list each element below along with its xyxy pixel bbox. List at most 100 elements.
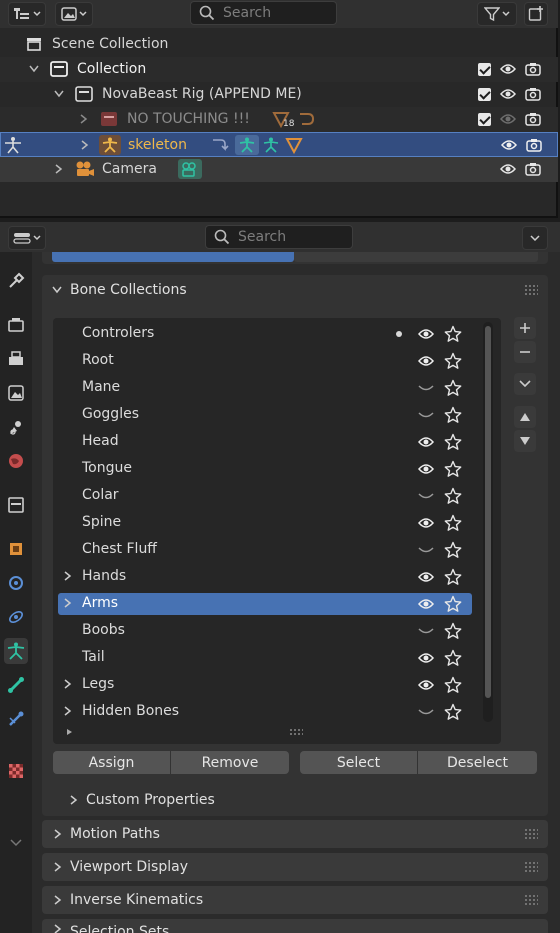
chevron-right-icon[interactable] <box>55 164 63 174</box>
remove-button[interactable]: Remove <box>171 751 289 774</box>
tool-tab[interactable] <box>4 268 28 294</box>
bone-collection-row[interactable]: Root <box>58 350 472 372</box>
scrollbar-thumb[interactable] <box>485 326 491 698</box>
motion-paths-panel[interactable]: Motion Paths <box>42 820 548 848</box>
eye-icon[interactable] <box>498 85 518 103</box>
star-icon[interactable] <box>442 378 464 398</box>
eye-icon[interactable] <box>415 514 437 532</box>
chevron-down-icon[interactable] <box>29 65 39 73</box>
eye-icon[interactable] <box>415 649 437 667</box>
filter-menu[interactable] <box>477 2 517 26</box>
eye-icon[interactable] <box>415 568 437 586</box>
armature-data-tab[interactable] <box>4 638 28 664</box>
bone-collection-row[interactable]: Controlers <box>58 323 472 345</box>
camera-render-icon[interactable] <box>523 60 543 78</box>
editor-type-menu[interactable] <box>8 226 46 250</box>
drag-handle-icon[interactable] <box>524 828 538 840</box>
exclude-checkbox[interactable] <box>474 110 494 128</box>
eye-closed-icon[interactable] <box>415 541 437 559</box>
tree-row-camera[interactable]: Camera <box>0 157 558 182</box>
render-tab[interactable] <box>4 312 28 338</box>
chevron-right-icon[interactable] <box>64 569 72 585</box>
tree-row-collection[interactable]: Collection <box>0 57 558 82</box>
camera-render-icon[interactable] <box>523 110 543 128</box>
add-collection-button[interactable] <box>514 317 536 339</box>
bone-collection-row[interactable]: Tail <box>58 647 472 669</box>
camera-render-icon[interactable] <box>523 160 543 178</box>
remove-collection-button[interactable] <box>514 341 536 363</box>
inverse-kinematics-panel[interactable]: Inverse Kinematics <box>42 886 548 914</box>
modifiers-tab[interactable] <box>4 570 28 596</box>
selection-sets-panel[interactable]: Selection Sets <box>42 919 548 933</box>
star-icon[interactable] <box>442 621 464 641</box>
bone-collection-row[interactable]: Goggles <box>58 404 472 426</box>
bone-collection-row[interactable]: Spine <box>58 512 472 534</box>
view-layer-tab[interactable] <box>4 380 28 406</box>
drag-handle-icon[interactable] <box>524 284 538 296</box>
custom-properties-subpanel[interactable]: Custom Properties <box>70 792 215 808</box>
chevron-down-icon[interactable] <box>54 90 64 98</box>
star-icon[interactable] <box>442 702 464 722</box>
drag-handle-icon[interactable] <box>524 894 538 906</box>
bone-tab[interactable] <box>4 672 28 698</box>
camera-render-icon[interactable] <box>524 136 544 154</box>
chevron-right-icon[interactable] <box>64 704 72 720</box>
tree-row-no-touching[interactable]: NO TOUCHING !!! 18 <box>0 107 558 132</box>
star-icon[interactable] <box>442 459 464 479</box>
star-icon[interactable] <box>442 675 464 695</box>
bone-collection-row[interactable]: Legs <box>58 674 472 696</box>
editor-type-menu[interactable] <box>8 2 46 26</box>
eye-icon[interactable] <box>415 325 437 343</box>
display-mode-menu[interactable] <box>55 2 93 26</box>
collection-tab[interactable] <box>4 492 28 518</box>
bone-collection-row[interactable]: Arms <box>58 593 472 615</box>
chevron-right-icon[interactable] <box>64 677 72 693</box>
star-icon[interactable] <box>442 324 464 344</box>
star-icon[interactable] <box>442 405 464 425</box>
scene-tab[interactable] <box>4 414 28 440</box>
texture-tab[interactable] <box>4 758 28 784</box>
star-icon[interactable] <box>442 567 464 587</box>
bone-collection-row[interactable]: Hands <box>58 566 472 588</box>
exclude-checkbox[interactable] <box>474 60 494 78</box>
eye-icon[interactable] <box>415 352 437 370</box>
bone-collection-row[interactable]: Chest Fluff <box>58 539 472 561</box>
specials-menu-button[interactable] <box>514 373 536 395</box>
eye-icon[interactable] <box>499 136 519 154</box>
bone-collection-row[interactable]: Head <box>58 431 472 453</box>
bone-constraint-tab[interactable] <box>4 706 28 732</box>
chevron-right-icon[interactable] <box>81 140 89 150</box>
object-tab[interactable] <box>4 536 28 562</box>
tree-row-scene-collection[interactable]: Scene Collection <box>0 32 558 57</box>
move-up-button[interactable] <box>514 406 536 428</box>
eye-icon[interactable] <box>415 595 437 613</box>
chevron-right-icon[interactable] <box>80 114 88 124</box>
viewport-display-panel[interactable]: Viewport Display <box>42 853 548 881</box>
eye-icon[interactable] <box>415 676 437 694</box>
eye-icon[interactable] <box>498 60 518 78</box>
world-tab[interactable] <box>4 448 28 474</box>
constraints-tab[interactable] <box>4 604 28 630</box>
star-icon[interactable] <box>442 486 464 506</box>
eye-icon[interactable] <box>415 433 437 451</box>
list-resize-grip-icon[interactable] <box>289 728 303 736</box>
star-icon[interactable] <box>442 648 464 668</box>
bone-collection-row[interactable]: Tongue <box>58 458 472 480</box>
eye-closed-icon[interactable] <box>415 703 437 721</box>
bone-collection-row[interactable]: Mane <box>58 377 472 399</box>
assign-button[interactable]: Assign <box>53 751 170 774</box>
options-menu[interactable] <box>522 226 548 250</box>
star-icon[interactable] <box>442 540 464 560</box>
output-tab[interactable] <box>4 346 28 372</box>
chevron-right-icon[interactable] <box>64 596 72 612</box>
eye-closed-icon[interactable] <box>415 622 437 640</box>
deselect-button[interactable]: Deselect <box>418 751 537 774</box>
new-collection-button[interactable] <box>524 2 548 26</box>
star-icon[interactable] <box>442 513 464 533</box>
star-icon[interactable] <box>442 594 464 614</box>
more-tabs-chevron[interactable] <box>4 830 28 856</box>
list-expand-triangle-icon[interactable] <box>66 728 74 736</box>
camera-render-icon[interactable] <box>523 85 543 103</box>
eye-closed-icon[interactable] <box>415 379 437 397</box>
bone-collection-row[interactable]: Colar <box>58 485 472 507</box>
